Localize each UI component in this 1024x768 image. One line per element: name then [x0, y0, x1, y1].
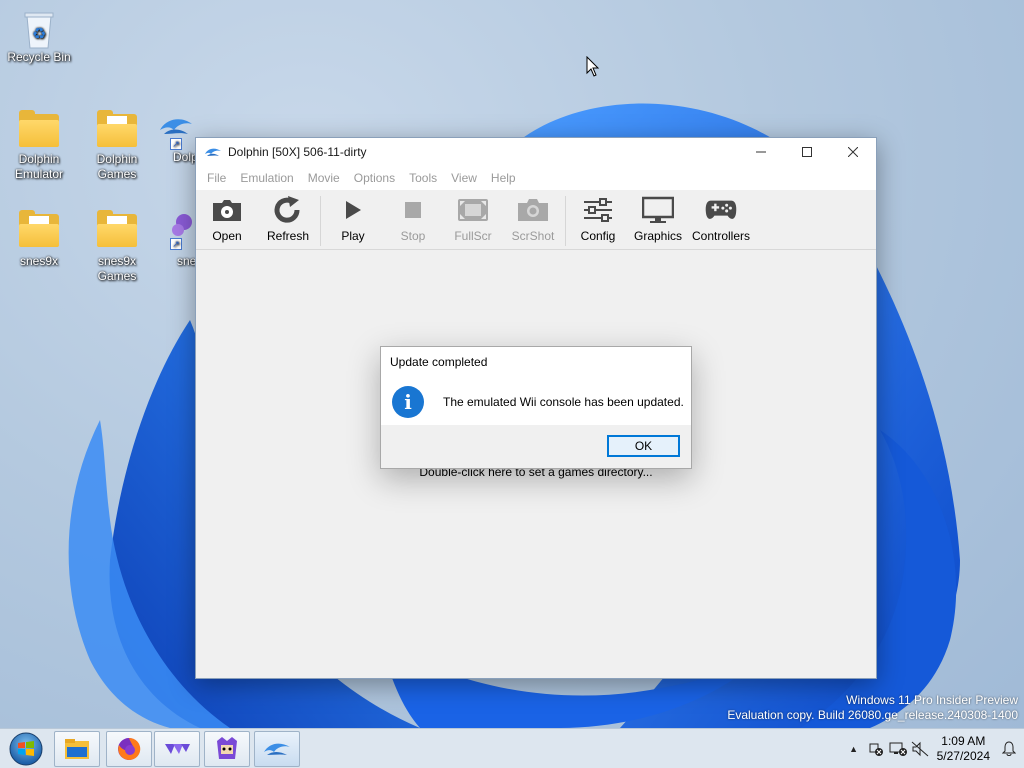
taskbar: ▲ 1:09 AM 5/27/2024	[0, 728, 1024, 768]
folder-icon	[17, 110, 61, 150]
snes9x-logo-icon	[165, 744, 190, 754]
toolbar: Open Refresh Play Stop FullScr ScrShot C…	[196, 190, 876, 250]
open-button[interactable]: Open	[200, 196, 254, 243]
game-character-icon	[217, 737, 237, 759]
monitor-icon	[642, 196, 674, 224]
menu-view[interactable]: View	[444, 171, 484, 185]
sliders-icon	[582, 196, 614, 224]
desktop-icon-label: Recycle Bin	[7, 50, 71, 64]
shortcut-arrow-icon: ↗	[170, 138, 182, 150]
folder-icon	[17, 210, 61, 250]
dolphin-icon	[264, 743, 290, 755]
taskbar-dolphin[interactable]	[254, 731, 300, 767]
dialog-title[interactable]: Update completed	[381, 347, 691, 377]
stop-button[interactable]: Stop	[387, 196, 439, 243]
clock-time: 1:09 AM	[941, 734, 986, 748]
gamepad-icon	[705, 196, 737, 224]
folder-icon	[95, 210, 139, 250]
windows-logo-icon	[9, 732, 43, 766]
open-disc-icon	[211, 196, 243, 224]
desktop-icon-snes9x-shortcut[interactable]: ↗ sne	[156, 210, 196, 269]
info-icon: i	[392, 386, 424, 418]
play-icon	[337, 196, 369, 224]
stop-icon	[397, 196, 429, 224]
close-button[interactable]	[830, 138, 876, 166]
minimize-button[interactable]	[738, 138, 784, 166]
show-hidden-icons-button[interactable]: ▲	[843, 739, 865, 759]
menu-bar: File Emulation Movie Options Tools View …	[196, 166, 876, 190]
menu-file[interactable]: File	[200, 171, 233, 185]
windows-watermark: Windows 11 Pro Insider Preview Evaluatio…	[727, 693, 1018, 722]
refresh-icon	[272, 196, 304, 224]
menu-emulation[interactable]: Emulation	[233, 171, 300, 185]
clock[interactable]: 1:09 AM 5/27/2024	[937, 734, 990, 764]
snes9x-icon: ↗	[156, 210, 196, 250]
update-completed-dialog: Update completed i The emulated Wii cons…	[380, 346, 692, 469]
window-title: Dolphin [50X] 506-11-dirty	[228, 145, 367, 159]
file-explorer-icon	[65, 739, 89, 759]
taskbar-file-explorer[interactable]	[54, 731, 100, 767]
dolphin-app-icon	[205, 148, 221, 156]
firefox-icon	[118, 737, 141, 760]
volume-muted-icon[interactable]	[909, 739, 931, 759]
controllers-button[interactable]: Controllers	[692, 196, 750, 243]
system-tray: ▲ 1:09 AM 5/27/2024	[843, 729, 1024, 768]
clock-date: 5/27/2024	[936, 749, 990, 763]
dolphin-icon: ↗	[156, 110, 196, 150]
toolbar-separator	[320, 196, 321, 246]
mouse-cursor-icon	[586, 56, 600, 77]
dialog-message: The emulated Wii console has been update…	[443, 395, 684, 409]
taskbar-firefox[interactable]	[106, 731, 152, 767]
camera-icon	[517, 196, 549, 224]
config-button[interactable]: Config	[572, 196, 624, 243]
refresh-button[interactable]: Refresh	[262, 196, 314, 243]
menu-options[interactable]: Options	[347, 171, 402, 185]
taskbar-snes9x[interactable]	[154, 731, 200, 767]
desktop-icon-snes9x[interactable]: snes9x	[1, 210, 77, 269]
desktop-icon-dolphin-games[interactable]: Dolphin Games	[79, 110, 155, 182]
desktop-icon-snes9x-games[interactable]: snes9x Games	[79, 210, 155, 284]
desktop-icon-label: Dolphin Games	[96, 152, 138, 181]
recycle-bin-icon: ♻	[17, 8, 61, 49]
desktop-icon-label: Dolp	[173, 150, 196, 164]
desktop-icon-label: snes9x Games	[97, 254, 137, 283]
close-icon	[848, 147, 858, 157]
desktop-icon-dolphin-emulator[interactable]: Dolphin Emulator	[1, 110, 77, 182]
minimize-icon	[756, 151, 766, 153]
folder-icon	[95, 110, 139, 150]
play-button[interactable]: Play	[327, 196, 379, 243]
toolbar-separator	[565, 196, 566, 246]
screenshot-button[interactable]: ScrShot	[507, 196, 559, 243]
fullscreen-button[interactable]: FullScr	[447, 196, 499, 243]
network-icon[interactable]	[887, 739, 909, 759]
desktop-icon-label: snes9x	[19, 254, 59, 268]
desktop-icon-label: Dolphin Emulator	[14, 152, 64, 181]
title-bar[interactable]: Dolphin [50X] 506-11-dirty	[196, 138, 876, 166]
desktop-icon-dolphin-shortcut[interactable]: ↗ Dolp	[156, 110, 196, 165]
maximize-button[interactable]	[784, 138, 830, 166]
menu-tools[interactable]: Tools	[402, 171, 444, 185]
desktop-icon-label: sne	[177, 254, 196, 268]
graphics-button[interactable]: Graphics	[632, 196, 684, 243]
taskbar-game-app[interactable]	[204, 731, 250, 767]
action-center-icon[interactable]	[865, 739, 887, 759]
menu-movie[interactable]: Movie	[301, 171, 347, 185]
notifications-bell-icon[interactable]	[998, 739, 1020, 759]
dialog-button-area: OK	[381, 425, 691, 468]
maximize-icon	[802, 147, 812, 157]
fullscreen-icon	[457, 196, 489, 224]
ok-button[interactable]: OK	[607, 435, 680, 457]
shortcut-arrow-icon: ↗	[170, 238, 182, 250]
menu-help[interactable]: Help	[484, 171, 523, 185]
svg-text:♻: ♻	[32, 24, 46, 43]
desktop-icon-recycle-bin[interactable]: ♻ Recycle Bin	[1, 8, 77, 65]
start-button[interactable]	[6, 730, 46, 768]
